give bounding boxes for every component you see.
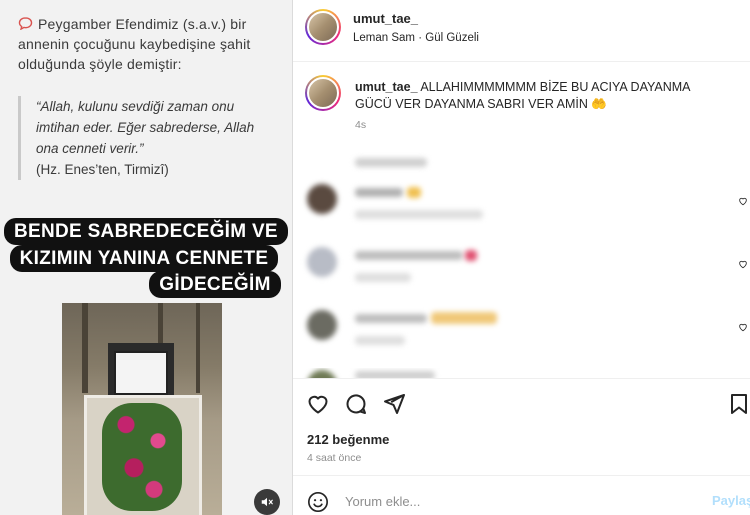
avatar[interactable] bbox=[307, 310, 337, 340]
emoji-smiley-icon[interactable] bbox=[307, 491, 329, 513]
post-header: umut_tae_ Leman Sam · Gül Güzeli bbox=[293, 0, 750, 62]
heart-icon[interactable] bbox=[738, 259, 748, 269]
comment-row bbox=[293, 245, 750, 295]
grave-flowers bbox=[102, 403, 182, 511]
blurred-text bbox=[355, 210, 483, 219]
speaker-muted-icon bbox=[261, 497, 273, 507]
audio-separator: · bbox=[418, 32, 423, 44]
blurred-text bbox=[355, 188, 403, 197]
blurred-text bbox=[355, 371, 435, 378]
quote-source: (Hz. Enes’ten, Tirmizî) bbox=[36, 162, 169, 177]
comment-row bbox=[293, 368, 750, 378]
post-time: 4 saat önce bbox=[307, 452, 362, 464]
post-media[interactable]: Peygamber Efendimiz (s.a.v.) bir annenin… bbox=[0, 0, 292, 515]
header-username[interactable]: umut_tae_ bbox=[353, 11, 418, 26]
caption-text: umut_tae_ ALLAHIMMMMMMM BİZE BU ACIYA DA… bbox=[355, 79, 727, 113]
headstone bbox=[114, 351, 168, 395]
banner-line-3: GİDECEĞİM bbox=[149, 271, 281, 298]
bookmark-icon[interactable] bbox=[727, 392, 750, 416]
avatar[interactable] bbox=[307, 184, 337, 214]
avatar[interactable] bbox=[307, 370, 337, 378]
caption-timestamp: 4s bbox=[355, 119, 367, 131]
audio-attribution[interactable]: Leman Sam · Gül Güzeli bbox=[353, 32, 479, 44]
caption-username[interactable]: umut_tae_ bbox=[355, 80, 418, 94]
media-intro-text: Peygamber Efendimiz (s.a.v.) bir annenin… bbox=[18, 14, 280, 74]
avatar[interactable] bbox=[305, 9, 341, 45]
heart-icon[interactable] bbox=[738, 196, 748, 206]
blurred-text bbox=[355, 251, 463, 260]
audio-song[interactable]: Gül Güzeli bbox=[425, 32, 479, 44]
blurred-text bbox=[355, 314, 427, 323]
blurred-emoji bbox=[431, 312, 497, 324]
post-comment-button[interactable]: Paylaş bbox=[712, 493, 750, 508]
grave-photo bbox=[62, 303, 222, 515]
instagram-post-view: Peygamber Efendimiz (s.a.v.) bir annenin… bbox=[0, 0, 750, 515]
blurred-text bbox=[355, 336, 405, 345]
avatar[interactable] bbox=[305, 75, 341, 111]
post-sidebar: umut_tae_ Leman Sam · Gül Güzeli umut_ta… bbox=[293, 0, 750, 515]
action-bar bbox=[293, 378, 750, 430]
blurred-emoji bbox=[465, 250, 477, 261]
heart-icon[interactable] bbox=[738, 322, 748, 332]
tree-trunk bbox=[82, 303, 88, 393]
intro-label: Peygamber Efendimiz (s.a.v.) bir annenin… bbox=[18, 16, 251, 72]
comment-row bbox=[293, 182, 750, 232]
blurred-text bbox=[355, 273, 411, 282]
like-count[interactable]: 212 beğenme bbox=[307, 432, 389, 447]
audio-artist[interactable]: Leman Sam bbox=[353, 32, 415, 44]
comment-input[interactable] bbox=[345, 488, 675, 514]
share-paper-plane-icon[interactable] bbox=[382, 392, 406, 416]
avatar[interactable] bbox=[307, 247, 337, 277]
mute-button[interactable] bbox=[254, 489, 280, 515]
blurred-text bbox=[355, 158, 427, 167]
banner-line-2: KIZIMIN YANINA CENNETE bbox=[9, 245, 279, 272]
tree-trunk bbox=[196, 303, 200, 393]
comment-row bbox=[293, 308, 750, 358]
banner-line-1: BENDE SABREDECEĞİM VE bbox=[4, 218, 288, 245]
comment-bubble-icon[interactable] bbox=[344, 392, 368, 416]
quote-block: “Allah, kulunu sevdiği zaman onu imtihan… bbox=[18, 96, 280, 180]
speech-bubble-icon bbox=[18, 17, 33, 30]
hadith-quote: “Allah, kulunu sevdiği zaman onu imtihan… bbox=[36, 99, 255, 156]
comment-composer: Paylaş bbox=[293, 475, 750, 515]
blurred-emoji bbox=[407, 187, 421, 198]
like-heart-icon[interactable] bbox=[306, 392, 330, 416]
